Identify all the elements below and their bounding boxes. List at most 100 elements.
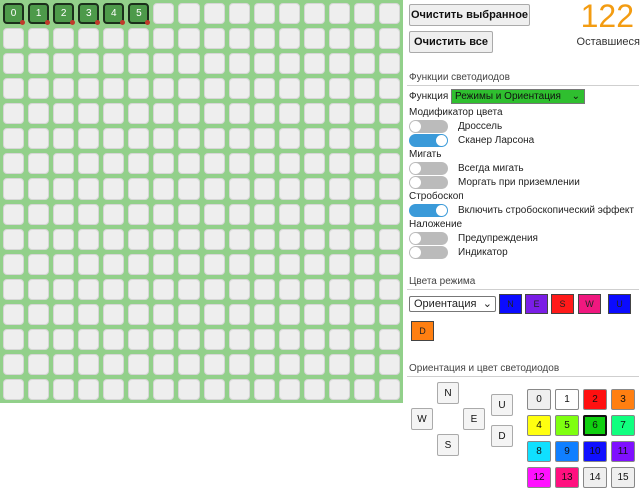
led-cell[interactable]	[228, 303, 250, 325]
led-cell[interactable]	[328, 128, 350, 150]
led-cell[interactable]	[78, 153, 100, 175]
led-cell[interactable]	[278, 28, 300, 50]
led-cell[interactable]	[128, 353, 150, 375]
led-cell[interactable]	[228, 253, 250, 275]
led-cell[interactable]	[303, 278, 325, 300]
led-cell[interactable]	[178, 228, 200, 250]
led-cell[interactable]	[278, 253, 300, 275]
led-cell[interactable]	[378, 53, 400, 75]
warnings-toggle[interactable]	[409, 232, 448, 245]
led-cell[interactable]	[253, 328, 275, 350]
led-cell[interactable]	[203, 378, 225, 400]
led-cell[interactable]	[353, 178, 375, 200]
led-cell[interactable]	[28, 303, 50, 325]
led-cell[interactable]	[228, 328, 250, 350]
led-cell[interactable]	[378, 128, 400, 150]
color-swatch-15[interactable]: 15	[611, 467, 635, 488]
led-cell[interactable]	[153, 153, 175, 175]
led-cell[interactable]	[78, 78, 100, 100]
led-cell[interactable]	[3, 78, 25, 100]
led-cell[interactable]	[353, 203, 375, 225]
direction-e-button[interactable]: E	[463, 408, 485, 430]
led-cell[interactable]	[228, 178, 250, 200]
color-swatch-11[interactable]: 11	[611, 441, 635, 462]
led-cell[interactable]	[78, 328, 100, 350]
led-cell[interactable]	[53, 203, 75, 225]
led-cell[interactable]	[153, 3, 175, 25]
led-cell[interactable]	[303, 328, 325, 350]
led-cell[interactable]	[303, 3, 325, 25]
led-cell[interactable]	[328, 153, 350, 175]
led-cell[interactable]	[3, 353, 25, 375]
led-cell[interactable]	[128, 278, 150, 300]
led-cell[interactable]	[253, 103, 275, 125]
led-cell[interactable]	[253, 178, 275, 200]
led-cell[interactable]	[353, 103, 375, 125]
led-cell[interactable]	[203, 178, 225, 200]
led-cell[interactable]	[78, 303, 100, 325]
led-cell[interactable]	[203, 53, 225, 75]
led-cell[interactable]	[103, 328, 125, 350]
led-cell[interactable]	[203, 203, 225, 225]
led-cell[interactable]	[153, 203, 175, 225]
led-cell[interactable]	[178, 378, 200, 400]
led-cell[interactable]	[128, 378, 150, 400]
led-cell[interactable]	[228, 228, 250, 250]
led-cell[interactable]	[53, 53, 75, 75]
led-cell[interactable]	[378, 278, 400, 300]
led-cell[interactable]	[153, 103, 175, 125]
led-cell[interactable]	[278, 328, 300, 350]
throttle-toggle[interactable]	[409, 120, 448, 133]
led-cell[interactable]	[3, 103, 25, 125]
led-cell[interactable]: 3	[78, 3, 101, 26]
led-cell[interactable]	[28, 353, 50, 375]
led-cell[interactable]	[203, 353, 225, 375]
led-cell[interactable]	[103, 103, 125, 125]
led-cell[interactable]	[78, 278, 100, 300]
led-cell[interactable]	[353, 153, 375, 175]
led-cell[interactable]	[28, 53, 50, 75]
led-cell[interactable]	[353, 303, 375, 325]
led-cell[interactable]	[153, 228, 175, 250]
led-cell[interactable]	[53, 353, 75, 375]
led-cell[interactable]	[278, 303, 300, 325]
led-cell[interactable]	[328, 353, 350, 375]
led-cell[interactable]	[53, 103, 75, 125]
led-cell[interactable]	[378, 78, 400, 100]
mode-color-s[interactable]: S	[551, 294, 574, 314]
led-cell[interactable]: 5	[128, 3, 151, 26]
led-cell[interactable]	[303, 128, 325, 150]
color-swatch-3[interactable]: 3	[611, 389, 635, 410]
led-cell[interactable]	[178, 3, 200, 25]
clear-selected-button[interactable]: Очистить выбранное	[409, 4, 530, 26]
led-cell[interactable]	[3, 153, 25, 175]
led-cell[interactable]	[53, 78, 75, 100]
led-cell[interactable]	[153, 178, 175, 200]
color-swatch-10[interactable]: 10	[583, 441, 607, 462]
led-cell[interactable]	[153, 303, 175, 325]
led-cell[interactable]	[128, 53, 150, 75]
led-cell[interactable]	[178, 53, 200, 75]
led-cell[interactable]	[78, 228, 100, 250]
led-cell[interactable]: 0	[3, 3, 26, 26]
led-cell[interactable]	[353, 253, 375, 275]
led-cell[interactable]	[253, 28, 275, 50]
led-cell[interactable]	[178, 28, 200, 50]
led-cell[interactable]	[203, 103, 225, 125]
led-cell[interactable]	[353, 378, 375, 400]
led-cell[interactable]	[228, 153, 250, 175]
led-cell[interactable]	[28, 378, 50, 400]
led-cell[interactable]	[103, 203, 125, 225]
color-swatch-14[interactable]: 14	[583, 467, 607, 488]
led-cell[interactable]	[103, 153, 125, 175]
led-cell[interactable]	[178, 328, 200, 350]
led-cell[interactable]	[253, 353, 275, 375]
led-cell[interactable]	[253, 278, 275, 300]
led-cell[interactable]	[153, 253, 175, 275]
led-cell[interactable]	[278, 178, 300, 200]
led-cell[interactable]	[103, 28, 125, 50]
clear-all-button[interactable]: Очистить все	[409, 31, 493, 53]
led-cell[interactable]: 2	[53, 3, 76, 26]
color-swatch-1[interactable]: 1	[555, 389, 579, 410]
mode-select[interactable]: Ориентация ⌄	[409, 296, 496, 312]
